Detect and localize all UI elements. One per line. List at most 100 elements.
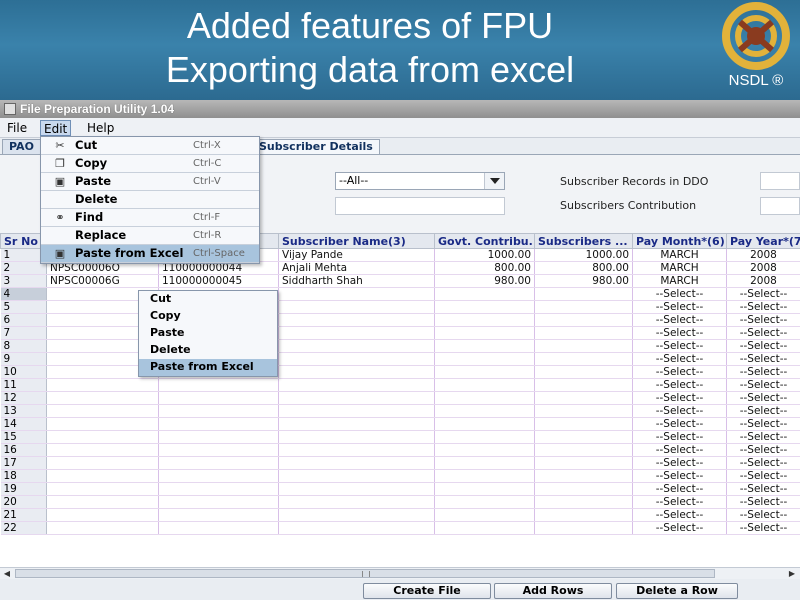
cell-month[interactable]: MARCH bbox=[632, 248, 727, 262]
cell-month-select[interactable]: --Select-- bbox=[632, 352, 727, 366]
cell-empty[interactable] bbox=[534, 313, 633, 327]
cell-empty[interactable] bbox=[158, 495, 279, 509]
edit-menu-replace[interactable]: Replace Ctrl-R bbox=[41, 227, 259, 245]
cell-empty[interactable] bbox=[534, 404, 633, 418]
cell-month-select[interactable]: --Select-- bbox=[632, 300, 727, 314]
cell-sr[interactable]: 4 bbox=[0, 287, 47, 301]
scroll-left-icon[interactable]: ◀ bbox=[1, 569, 13, 579]
cell-acc[interactable]: 110000000045 bbox=[158, 274, 279, 288]
cell-empty[interactable] bbox=[534, 391, 633, 405]
cell-empty[interactable] bbox=[534, 456, 633, 470]
cell-year[interactable]: 2008 bbox=[726, 248, 800, 262]
cell-empty[interactable] bbox=[46, 508, 159, 522]
cell-empty[interactable] bbox=[158, 456, 279, 470]
cell-sr[interactable]: 3 bbox=[0, 274, 47, 288]
cell-empty[interactable] bbox=[46, 482, 159, 496]
cell-empty[interactable] bbox=[534, 339, 633, 353]
cell-empty[interactable] bbox=[434, 391, 535, 405]
cell-empty[interactable] bbox=[278, 430, 435, 444]
edit-menu-delete[interactable]: Delete bbox=[41, 191, 259, 209]
cell-month-select[interactable]: --Select-- bbox=[632, 287, 727, 301]
cell-empty[interactable] bbox=[278, 482, 435, 496]
cell-empty[interactable] bbox=[278, 287, 435, 301]
cell-sr[interactable]: 9 bbox=[0, 352, 47, 366]
table-row[interactable]: 5 --Select-- --Select-- bbox=[0, 300, 800, 314]
cell-sr[interactable]: 22 bbox=[0, 521, 47, 535]
cell-empty[interactable] bbox=[534, 378, 633, 392]
context-menu-copy[interactable]: Copy bbox=[139, 308, 277, 325]
cell-govt[interactable]: 980.00 bbox=[434, 274, 535, 288]
cell-year-select[interactable]: --Select-- bbox=[726, 508, 800, 522]
cell-year-select[interactable]: --Select-- bbox=[726, 495, 800, 509]
cell-month-select[interactable]: --Select-- bbox=[632, 443, 727, 457]
cell-year-select[interactable]: --Select-- bbox=[726, 404, 800, 418]
cell-month-select[interactable]: --Select-- bbox=[632, 378, 727, 392]
cell-year-select[interactable]: --Select-- bbox=[726, 313, 800, 327]
table-row[interactable]: 6 --Select-- --Select-- bbox=[0, 313, 800, 327]
cell-month-select[interactable]: --Select-- bbox=[632, 469, 727, 483]
cell-empty[interactable] bbox=[278, 469, 435, 483]
cell-subs[interactable]: 1000.00 bbox=[534, 248, 633, 262]
cell-empty[interactable] bbox=[46, 378, 159, 392]
cell-empty[interactable] bbox=[278, 404, 435, 418]
cell-year-select[interactable]: --Select-- bbox=[726, 469, 800, 483]
cell-empty[interactable] bbox=[534, 495, 633, 509]
table-row[interactable]: 10 --Select-- --Select-- bbox=[0, 365, 800, 379]
cell-sr[interactable]: 5 bbox=[0, 300, 47, 314]
cell-empty[interactable] bbox=[534, 365, 633, 379]
contribution-field[interactable] bbox=[760, 197, 800, 215]
cell-sr[interactable]: 6 bbox=[0, 313, 47, 327]
cell-empty[interactable] bbox=[534, 521, 633, 535]
cell-empty[interactable] bbox=[534, 482, 633, 496]
cell-year-select[interactable]: --Select-- bbox=[726, 287, 800, 301]
cell-month[interactable]: MARCH bbox=[632, 274, 727, 288]
cell-empty[interactable] bbox=[534, 417, 633, 431]
table-row[interactable]: 17 --Select-- --Select-- bbox=[0, 456, 800, 470]
cell-empty[interactable] bbox=[278, 339, 435, 353]
table-row[interactable]: 11 --Select-- --Select-- bbox=[0, 378, 800, 392]
table-row[interactable]: 15 --Select-- --Select-- bbox=[0, 430, 800, 444]
cell-empty[interactable] bbox=[434, 352, 535, 366]
cell-empty[interactable] bbox=[534, 508, 633, 522]
table-row[interactable]: 14 --Select-- --Select-- bbox=[0, 417, 800, 431]
cell-subs[interactable]: 980.00 bbox=[534, 274, 633, 288]
cell-empty[interactable] bbox=[278, 378, 435, 392]
cell-month-select[interactable]: --Select-- bbox=[632, 391, 727, 405]
cell-empty[interactable] bbox=[278, 391, 435, 405]
cell-empty[interactable] bbox=[434, 430, 535, 444]
edit-menu-paste-from-excel[interactable]: ▣ Paste from Excel Ctrl-Space bbox=[41, 245, 259, 263]
cell-govt[interactable]: 1000.00 bbox=[434, 248, 535, 262]
cell-empty[interactable] bbox=[434, 469, 535, 483]
cell-year[interactable]: 2008 bbox=[726, 274, 800, 288]
cell-sr[interactable]: 16 bbox=[0, 443, 47, 457]
cell-empty[interactable] bbox=[278, 417, 435, 431]
cell-pran[interactable]: NPSC00006G bbox=[46, 274, 159, 288]
col-govt-contribution[interactable]: Govt. Contribu... bbox=[434, 233, 535, 249]
cell-empty[interactable] bbox=[278, 352, 435, 366]
cell-sr[interactable]: 21 bbox=[0, 508, 47, 522]
cell-year-select[interactable]: --Select-- bbox=[726, 456, 800, 470]
cell-empty[interactable] bbox=[278, 508, 435, 522]
cell-month[interactable]: MARCH bbox=[632, 261, 727, 275]
table-row[interactable]: 3 NPSC00006G 110000000045 Siddharth Shah 980… bbox=[0, 274, 800, 288]
table-row[interactable]: 22 --Select-- --Select-- bbox=[0, 521, 800, 535]
edit-menu-find[interactable]: ⚭ Find Ctrl-F bbox=[41, 209, 259, 227]
cell-empty[interactable] bbox=[434, 287, 535, 301]
cell-empty[interactable] bbox=[278, 456, 435, 470]
cell-empty[interactable] bbox=[46, 456, 159, 470]
cell-month-select[interactable]: --Select-- bbox=[632, 365, 727, 379]
cell-empty[interactable] bbox=[278, 443, 435, 457]
cell-month-select[interactable]: --Select-- bbox=[632, 495, 727, 509]
cell-sr[interactable]: 18 bbox=[0, 469, 47, 483]
cell-year-select[interactable]: --Select-- bbox=[726, 521, 800, 535]
cell-name[interactable]: Anjali Mehta bbox=[278, 261, 435, 275]
context-menu-paste-from-excel[interactable]: Paste from Excel bbox=[139, 359, 277, 376]
menu-file[interactable]: File bbox=[4, 120, 30, 136]
cell-subs[interactable]: 800.00 bbox=[534, 261, 633, 275]
cell-empty[interactable] bbox=[434, 404, 535, 418]
cell-govt[interactable]: 800.00 bbox=[434, 261, 535, 275]
cell-empty[interactable] bbox=[158, 443, 279, 457]
cell-empty[interactable] bbox=[158, 469, 279, 483]
cell-month-select[interactable]: --Select-- bbox=[632, 430, 727, 444]
cell-year-select[interactable]: --Select-- bbox=[726, 482, 800, 496]
